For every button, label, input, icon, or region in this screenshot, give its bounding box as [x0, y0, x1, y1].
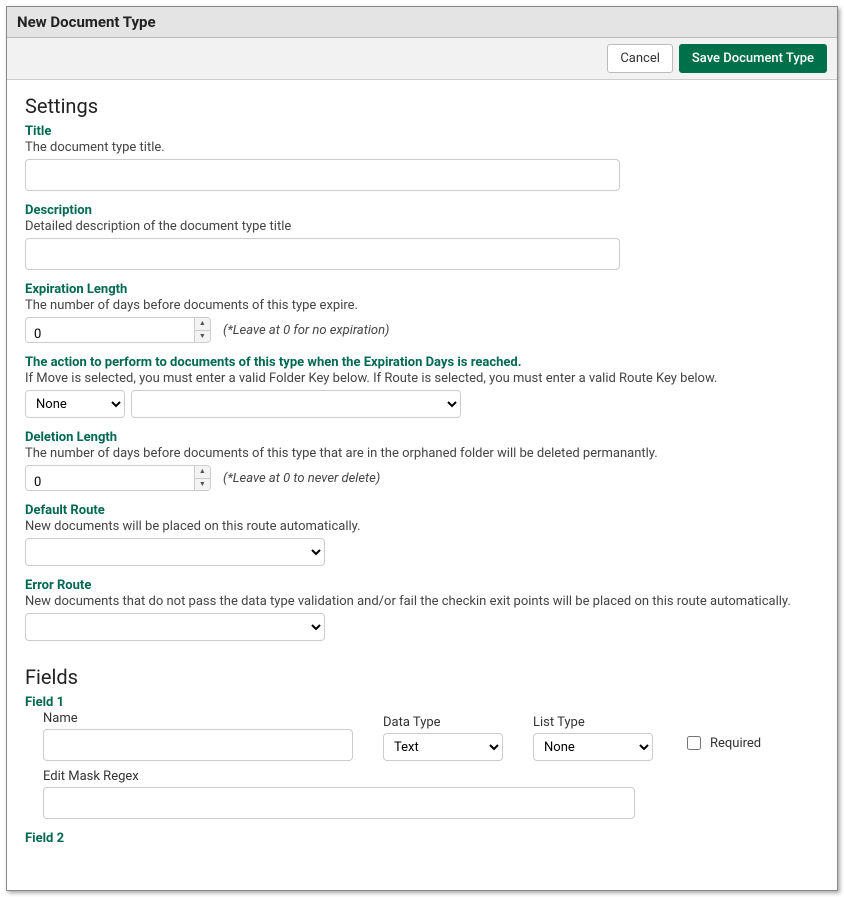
title-label: Title	[25, 124, 819, 139]
cancel-button[interactable]: Cancel	[607, 44, 673, 73]
expiration-action-target-select[interactable]	[131, 390, 461, 418]
chevron-up-icon[interactable]: ▲	[195, 318, 210, 331]
toolbar: Cancel Save Document Type	[7, 38, 837, 80]
title-group: Title The document type title.	[25, 124, 819, 191]
field-1-editmask-label: Edit Mask Regex	[43, 769, 819, 784]
field-1-editmask-input[interactable]	[43, 787, 635, 819]
field-2: Field 2	[25, 831, 819, 846]
field-1-name-label: Name	[43, 711, 353, 726]
deletion-input[interactable]	[26, 466, 194, 491]
error-route-select[interactable]	[25, 613, 325, 641]
error-route-label: Error Route	[25, 578, 819, 593]
expiration-input[interactable]	[26, 318, 194, 343]
fields-section: Fields Field 1 Name Data Type Text	[25, 665, 819, 846]
field-1-name-input[interactable]	[43, 729, 353, 761]
deletion-help: The number of days before documents of t…	[25, 446, 819, 461]
description-help: Detailed description of the document typ…	[25, 219, 819, 234]
field-1-listtype-label: List Type	[533, 715, 653, 730]
deletion-group: Deletion Length The number of days befor…	[25, 430, 819, 491]
error-route-help: New documents that do not pass the data …	[25, 594, 819, 609]
settings-heading: Settings	[25, 94, 819, 118]
expiration-action-help: If Move is selected, you must enter a va…	[25, 371, 819, 386]
chevron-down-icon[interactable]: ▼	[195, 331, 210, 343]
field-1: Field 1 Name Data Type Text	[25, 695, 819, 819]
expiration-action-group: The action to perform to documents of th…	[25, 355, 819, 418]
deletion-stepper[interactable]: ▲ ▼	[25, 465, 211, 491]
document-type-dialog: New Document Type Cancel Save Document T…	[6, 6, 838, 891]
expiration-help: The number of days before documents of t…	[25, 298, 819, 313]
deletion-label: Deletion Length	[25, 430, 819, 445]
deletion-hint: (*Leave at 0 to never delete)	[223, 471, 380, 486]
description-label: Description	[25, 203, 819, 218]
field-1-datatype-label: Data Type	[383, 715, 503, 730]
deletion-spinner: ▲ ▼	[194, 466, 210, 490]
description-group: Description Detailed description of the …	[25, 203, 819, 270]
content-area: Settings Title The document type title. …	[7, 80, 837, 890]
error-route-group: Error Route New documents that do not pa…	[25, 578, 819, 641]
window-title: New Document Type	[7, 7, 837, 38]
expiration-action-label: The action to perform to documents of th…	[25, 355, 819, 370]
field-1-heading: Field 1	[25, 695, 819, 710]
default-route-group: Default Route New documents will be plac…	[25, 503, 819, 566]
title-help: The document type title.	[25, 140, 819, 155]
field-1-listtype-select[interactable]: None	[533, 733, 653, 761]
expiration-label: Expiration Length	[25, 282, 819, 297]
expiration-stepper[interactable]: ▲ ▼	[25, 317, 211, 343]
field-1-required-label: Required	[710, 736, 761, 751]
expiration-group: Expiration Length The number of days bef…	[25, 282, 819, 343]
description-input[interactable]	[25, 238, 620, 270]
chevron-up-icon[interactable]: ▲	[195, 466, 210, 479]
chevron-down-icon[interactable]: ▼	[195, 479, 210, 491]
fields-heading: Fields	[25, 665, 819, 689]
default-route-select[interactable]	[25, 538, 325, 566]
expiration-hint: (*Leave at 0 for no expiration)	[223, 323, 389, 338]
expiration-action-select[interactable]: None	[25, 390, 125, 418]
default-route-label: Default Route	[25, 503, 819, 518]
save-button[interactable]: Save Document Type	[679, 44, 827, 73]
field-1-required-checkbox[interactable]	[687, 736, 701, 750]
field-2-heading: Field 2	[25, 831, 819, 846]
expiration-spinner: ▲ ▼	[194, 318, 210, 342]
default-route-help: New documents will be placed on this rou…	[25, 519, 819, 534]
field-1-datatype-select[interactable]: Text	[383, 733, 503, 761]
title-input[interactable]	[25, 159, 620, 191]
